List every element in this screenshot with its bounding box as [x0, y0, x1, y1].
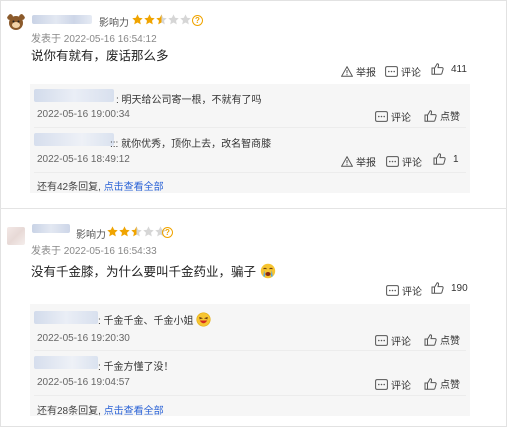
comment-text: 没有千金膝，为什么要叫千金药业，骗子 [31, 265, 257, 279]
reply-time: 2022-05-16 18:49:12 [37, 154, 130, 165]
username-blurred[interactable] [32, 224, 70, 233]
thumbs-up-icon [431, 63, 444, 75]
comment-label: 评论 [391, 381, 411, 392]
reply-time: 2022-05-16 19:20:30 [37, 333, 130, 344]
reply-comment-button[interactable]: 评论 [375, 109, 411, 124]
comment-label: 评论 [402, 158, 422, 169]
warning-triangle-icon [341, 156, 353, 167]
like-label: 点赞 [440, 380, 460, 391]
reply-text: : 千金千金、千金小姐 [98, 312, 211, 330]
more-replies-count: 还有28条回复, [37, 406, 101, 417]
comment-content: 说你有就有，废话那么多 [31, 49, 169, 63]
report-label: 举报 [356, 158, 376, 169]
thumbs-up-icon [424, 109, 437, 122]
thumbs-up-icon [424, 333, 437, 346]
help-icon[interactable]: ? [162, 227, 173, 238]
star-icon [131, 226, 142, 237]
reply-time: 2022-05-16 19:00:34 [37, 109, 130, 120]
more-replies: 还有42条回复, 点击查看全部 [37, 178, 164, 193]
comment-button[interactable]: 评论 [385, 64, 421, 79]
star-icon [143, 226, 154, 237]
reply-text: : 明天给公司寄一根，不就有了吗 [116, 95, 262, 106]
reply-like-button[interactable]: 点赞 [424, 332, 460, 347]
thumbs-up-icon [431, 282, 444, 294]
view-all-replies-link[interactable]: 点击查看全部 [104, 182, 164, 193]
comment-bubble-icon [375, 335, 388, 346]
star-icon [156, 14, 167, 25]
reply-like-button[interactable]: 1 [433, 153, 459, 165]
reply-divider [34, 350, 466, 351]
comment-divider [0, 208, 507, 209]
laughing-emoji-icon [196, 312, 211, 330]
reply-text: : 千金方懂了没！ [98, 362, 174, 373]
report-button[interactable]: 举报 [341, 64, 376, 79]
influence-label: 影响力 [76, 230, 106, 241]
reply-username-blurred[interactable] [34, 311, 98, 324]
view-all-replies-link[interactable]: 点击查看全部 [104, 406, 164, 417]
star-icon [119, 226, 130, 237]
like-count: 411 [451, 63, 467, 75]
influence-label: 影响力 [99, 18, 129, 29]
reply-text-content: : 千金千金、千金小姐 [98, 316, 194, 327]
reply-comment-button[interactable]: 评论 [375, 333, 411, 348]
comment-bubble-icon [375, 379, 388, 390]
more-replies-count: 还有42条回复, [37, 182, 101, 193]
reply-report-button[interactable]: 举报 [341, 154, 376, 169]
avatar[interactable] [7, 227, 25, 245]
reply-comment-button[interactable]: 评论 [375, 377, 411, 392]
reply-divider [34, 127, 466, 128]
comment-bubble-icon [386, 285, 399, 296]
thumbs-up-icon [433, 153, 446, 165]
like-count: 190 [451, 282, 468, 294]
more-replies: 还有28条回复, 点击查看全部 [37, 402, 164, 417]
avatar[interactable] [6, 12, 26, 32]
like-button[interactable]: 411 [431, 63, 467, 75]
comment-bubble-icon [375, 111, 388, 122]
star-icon [144, 14, 155, 25]
reply-like-button[interactable]: 点赞 [424, 108, 460, 123]
thumbs-up-icon [424, 377, 437, 390]
reply-comment-button[interactable]: 评论 [386, 154, 422, 169]
comment-label: 评论 [402, 287, 422, 298]
comment-button[interactable]: 评论 [386, 283, 422, 298]
comment-content: 没有千金膝，为什么要叫千金药业，骗子 [31, 261, 276, 282]
like-button[interactable]: 190 [431, 282, 468, 294]
post-time: 发表于 2022-05-16 16:54:33 [31, 246, 157, 257]
reply-list: : 明天给公司寄一根，不就有了吗 2022-05-16 19:00:34 评论 … [30, 84, 470, 193]
warning-triangle-icon [341, 66, 353, 77]
star-icon [132, 14, 143, 25]
reply-divider [34, 395, 466, 396]
reply-like-button[interactable]: 点赞 [424, 376, 460, 391]
comment-label: 评论 [391, 113, 411, 124]
reply-username-blurred[interactable] [34, 356, 98, 369]
comment-bubble-icon [385, 66, 398, 77]
reply-time: 2022-05-16 19:04:57 [37, 377, 130, 388]
star-icon [107, 226, 118, 237]
reply-list: : 千金千金、千金小姐 2022-05-16 19:20:30 评论 点赞 : … [30, 304, 470, 417]
star-icon [168, 14, 179, 25]
rating-stars [107, 226, 166, 237]
reply-username-blurred[interactable] [34, 133, 114, 146]
comment-bubble-icon [386, 156, 399, 167]
reply-text: ::: 就你优秀，顶你上去，改名智商膝 [110, 139, 272, 150]
comment-label: 评论 [391, 337, 411, 348]
reply-username-blurred[interactable] [34, 89, 114, 102]
rating-stars [132, 14, 191, 25]
like-label: 点赞 [440, 336, 460, 347]
username-blurred[interactable] [32, 15, 92, 24]
like-label: 点赞 [440, 112, 460, 123]
reply-divider [34, 172, 466, 173]
crying-emoji-icon [260, 263, 276, 282]
like-count: 1 [453, 153, 459, 165]
star-icon [180, 14, 191, 25]
help-icon[interactable]: ? [192, 15, 203, 26]
report-label: 举报 [356, 68, 376, 79]
post-time: 发表于 2022-05-16 16:54:12 [31, 34, 157, 45]
comment-label: 评论 [401, 68, 421, 79]
